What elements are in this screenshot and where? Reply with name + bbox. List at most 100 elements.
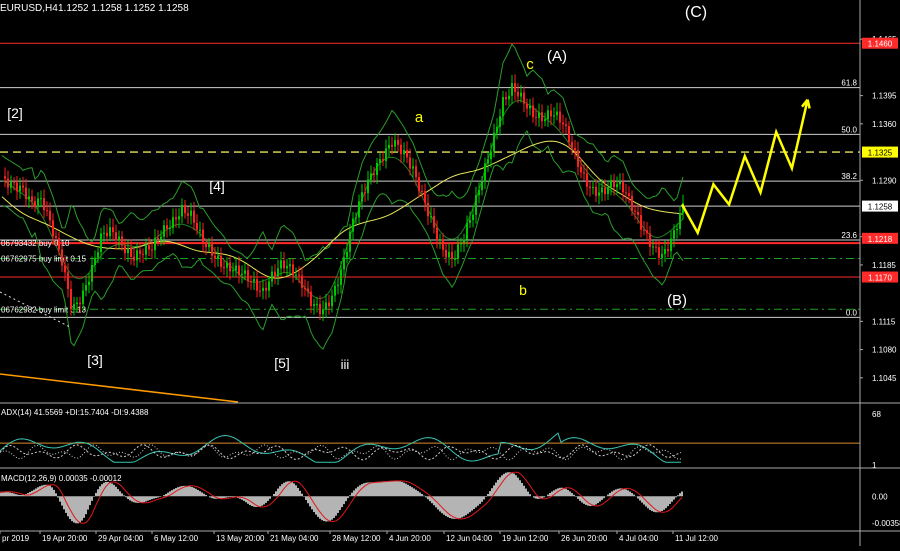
time-tick-label: 19 Apr 20:00 [42,534,88,543]
candle-body [433,216,435,228]
candle-body [415,166,417,178]
candle-body [184,204,186,214]
candle-body [526,103,528,109]
candle-body [37,198,39,208]
candle-body [412,166,414,169]
candle-body [658,247,660,258]
candle-body [175,217,177,220]
candle-body [481,181,483,190]
candle-body [496,126,498,133]
candle-body [136,250,138,261]
candle-body [91,265,93,282]
candle-body [436,227,438,241]
price-tick-label: 1.1360 [872,120,897,129]
candle-body [361,192,363,202]
candle-body [409,157,411,169]
candle-body [271,271,273,282]
candle-body [358,201,360,218]
candle-body [130,248,132,257]
candle-body [544,119,546,122]
candle-body [514,83,516,92]
candle-body [451,251,453,259]
chart-window[interactable]: 61.8 50.0 38.2 23.6 0.0 06793432 buy 0.10 0676… [0,0,900,546]
candle-body [280,260,282,269]
trendline [0,373,239,403]
wave-label: [2] [7,105,23,121]
candle-body [298,274,300,276]
ohlc-values: 1.1252 1.1258 1.1252 1.1258 [58,3,189,14]
candle-body [574,147,576,151]
projection-zigzag [680,99,809,236]
candle-body [673,230,675,239]
candle-body [334,285,336,296]
candle-body [592,186,594,189]
candle-body [490,151,492,160]
candle-body [364,192,366,194]
candle-body [154,237,156,251]
candle-body [391,144,393,147]
candle-body [475,195,477,215]
time-tick-label: 6 May 12:00 [154,534,199,543]
candle-body [559,111,561,123]
candle-body [583,172,585,174]
candle-body [487,159,489,164]
candle-body [112,227,114,233]
candle-body [664,249,666,254]
candle-body [631,195,633,211]
candle-body [538,112,540,119]
candle-body [283,260,285,269]
candle-body [379,159,381,163]
candle-body [214,255,216,259]
candle-body [376,162,378,176]
candle-body [286,266,288,269]
candle-body [217,255,219,259]
price-tick-label: 1.1395 [872,92,897,101]
candle-body [64,265,66,273]
price-tick-label: 1.1290 [872,176,897,185]
candle-body [160,236,162,240]
candle-body [460,243,462,245]
wave-label: a [415,109,424,126]
candle-body [46,210,48,212]
candle-body [643,229,645,231]
candle-body [520,92,522,97]
candle-body [340,269,342,285]
candle-body [208,244,210,248]
candle-body [550,110,552,117]
candle-body [598,192,600,196]
candle-body [166,225,168,229]
candle-body [328,302,330,307]
candle-body [40,198,42,200]
candle-body [124,245,126,254]
candle-body [82,290,84,305]
candle-body [274,271,276,277]
candle-body [571,142,573,148]
time-tick-label: 21 May 04:00 [270,534,319,543]
candle-body [67,272,69,289]
candle-body [301,275,303,288]
candle-body [118,236,120,241]
macd-tick-label: -0.00358 [872,519,900,528]
candle-body [196,222,198,230]
fib-label: 50.0 [841,125,857,134]
candle-body [667,249,669,252]
adx-tick-label: 68 [872,410,881,419]
candle-body [172,217,174,228]
candle-body [469,219,471,223]
macd-pane: MACD(12,26,9) 0.00035 -0.00012 [0,471,683,524]
candle-body [517,91,519,97]
candle-body [256,279,258,291]
candle-body [133,256,135,261]
candle-body [331,295,333,307]
candle-body [319,303,321,315]
candle-body [400,144,402,155]
candle-body [109,227,111,237]
candle-body [577,150,579,167]
candle-body [292,264,294,276]
candle-body [346,251,348,258]
candle-body [625,192,627,194]
chart-canvas[interactable]: 61.850.038.223.60.006793432 buy 0.100676… [0,0,900,546]
candle-body [190,210,192,216]
candle-body [649,233,651,248]
main-price-pane: 61.850.038.223.60.006793432 buy 0.100676… [0,4,860,403]
